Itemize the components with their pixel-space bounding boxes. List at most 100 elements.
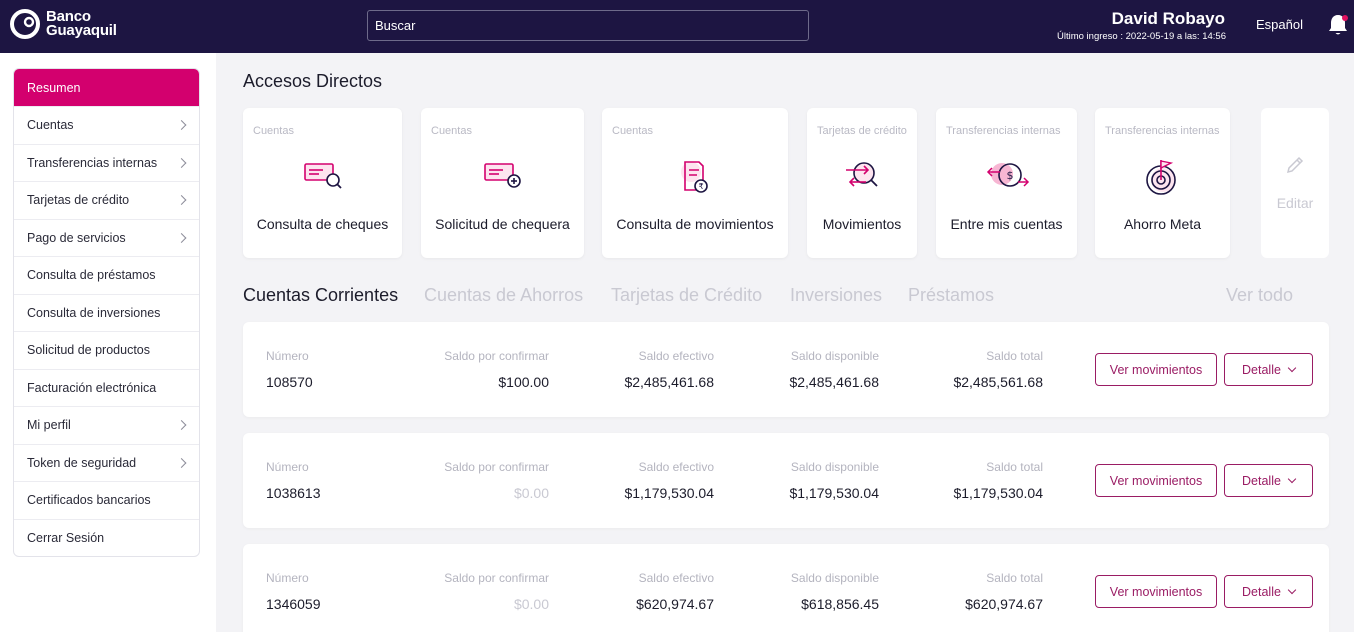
sidebar-item-transferencias[interactable]: Transferencias internas [14,143,199,182]
sidebar-item-label: Solicitud de productos [27,343,150,358]
search-input[interactable] [367,10,809,41]
total-label: Saldo total [986,571,1043,585]
chevron-down-icon [1287,474,1297,483]
quick-access-card[interactable]: Cuentas Consulta de cheques [243,108,402,258]
brand-logo[interactable]: Banco Guayaquil [10,9,117,39]
effective-label: Saldo efectivo [638,349,714,363]
detail-button[interactable]: Detalle [1224,575,1313,608]
view-movements-button[interactable]: Ver movimientos [1095,353,1217,386]
card-category: Transferencias internas [1105,125,1220,137]
detail-label: Detalle [1242,584,1281,599]
sidebar-item-cuentas[interactable]: Cuentas [14,106,199,144]
total-balance: $620,974.67 [965,596,1043,612]
total-balance: $2,485,561.68 [953,374,1043,390]
sidebar-item-mi-perfil[interactable]: Mi perfil [14,406,199,444]
quick-access-card[interactable]: Transferencias internas Ahorro Meta [1095,108,1230,258]
view-movements-button[interactable]: Ver movimientos [1095,464,1217,497]
chevron-down-icon [1287,585,1297,594]
user-name[interactable]: David Robayo [1112,9,1225,29]
sidebar-item-label: Consulta de inversiones [27,305,161,320]
view-movements-button[interactable]: Ver movimientos [1095,575,1217,608]
language-selector[interactable]: Español [1256,17,1303,32]
chevron-right-icon [176,232,187,243]
sidebar-item-label: Cerrar Sesión [27,530,105,545]
pending-label: Saldo por confirmar [444,349,549,363]
card-category: Transferencias internas [946,125,1061,137]
tab-prestamos[interactable]: Préstamos [908,285,994,306]
sidebar-item-tarjetas[interactable]: Tarjetas de crédito [14,181,199,219]
account-number: 1038613 [266,485,321,501]
edit-shortcuts-card[interactable]: Editar [1261,108,1329,258]
account-number: 1346059 [266,596,321,612]
bell-icon[interactable] [1327,13,1349,37]
view-all-link[interactable]: Ver todo [1226,285,1293,306]
top-bar: Banco Guayaquil David Robayo Último ingr… [0,0,1354,53]
number-label: Número [266,349,309,363]
brand-name: Banco Guayaquil [46,9,117,39]
available-label: Saldo disponible [790,460,879,474]
effective-balance: $1,179,530.04 [624,485,714,501]
account-row: Número 1346059 Saldo por confirmar $0.00… [243,544,1329,632]
sidebar-item-label: Token de seguridad [27,455,137,470]
card-category: Tarjetas de crédito [817,125,907,137]
sidebar-item-certificados[interactable]: Certificados bancarios [14,481,199,519]
sidebar-item-prestamos[interactable]: Consulta de préstamos [14,256,199,294]
sidebar-item-label: Pago de servicios [27,230,126,245]
tab-tarjetas-credito[interactable]: Tarjetas de Crédito [611,285,762,306]
sidebar-item-label: Mi perfil [27,418,71,433]
tab-cuentas-corrientes[interactable]: Cuentas Corrientes [243,285,398,306]
available-balance: $618,856.45 [801,596,879,612]
sidebar-item-label: Cuentas [27,118,74,133]
sidebar-item-label: Resumen [27,80,81,95]
total-label: Saldo total [986,460,1043,474]
effective-label: Saldo efectivo [638,571,714,585]
card-category: Cuentas [253,125,294,137]
check-search-icon [303,163,342,189]
sidebar-item-facturacion[interactable]: Facturación electrónica [14,368,199,407]
sidebar-item-label: Certificados bancarios [27,493,151,508]
transfer-search-icon [846,162,878,187]
last-login: Último ingreso : 2022-05-19 a las: 14:56 [1057,31,1226,42]
quick-access-card[interactable]: Cuentas ₹ Consulta de movimientos [602,108,788,258]
sidebar-item-inversiones[interactable]: Consulta de inversiones [14,293,199,332]
tab-inversiones[interactable]: Inversiones [790,285,882,306]
sidebar-item-solicitud-productos[interactable]: Solicitud de productos [14,331,199,369]
pending-label: Saldo por confirmar [444,571,549,585]
card-category: Cuentas [612,125,653,137]
sidebar-item-label: Tarjetas de crédito [27,193,130,208]
detail-button[interactable]: Detalle [1224,464,1313,497]
quick-access-title: Accesos Directos [243,71,383,91]
sidebar-item-pago-servicios[interactable]: Pago de servicios [14,218,199,257]
number-label: Número [266,460,309,474]
sidebar-menu: Resumen Cuentas Transferencias internas … [13,68,200,557]
pending-balance: $0.00 [513,596,549,612]
pencil-icon [1286,156,1304,174]
brand-line-2: Guayaquil [46,22,117,39]
dollar-exchange-icon: $ [986,163,1029,187]
tab-cuentas-ahorros[interactable]: Cuentas de Ahorros [424,285,583,306]
card-label: Consulta de movimientos [616,216,774,232]
target-flag-icon [1145,160,1176,195]
card-label: Ahorro Meta [1123,216,1202,232]
detail-button[interactable]: Detalle [1224,353,1313,386]
sidebar-item-label: Transferencias internas [27,155,158,170]
detail-label: Detalle [1242,362,1281,377]
chevron-right-icon [176,120,187,131]
sidebar-item-label: Facturación electrónica [27,380,157,395]
effective-label: Saldo efectivo [638,460,714,474]
quick-access-card[interactable]: Transferencias internas $ Entre mis cuen… [936,108,1077,258]
chevron-right-icon [176,195,187,206]
sidebar-item-cerrar-sesion[interactable]: Cerrar Sesión [14,518,199,557]
effective-balance: $620,974.67 [636,596,714,612]
quick-access-card[interactable]: Cuentas Solicitud de chequera [421,108,584,258]
svg-text:₹: ₹ [698,182,703,191]
chevron-down-icon [1287,363,1297,372]
chevron-right-icon [176,457,187,468]
available-balance: $1,179,530.04 [789,485,879,501]
quick-access-card[interactable]: Tarjetas de crédito Movimientos [807,108,917,258]
sidebar-item-resumen[interactable]: Resumen [14,69,199,106]
sidebar-item-token[interactable]: Token de seguridad [14,443,199,482]
pending-label: Saldo por confirmar [444,460,549,474]
pending-balance: $0.00 [513,485,549,501]
card-label: Movimientos [822,216,902,232]
